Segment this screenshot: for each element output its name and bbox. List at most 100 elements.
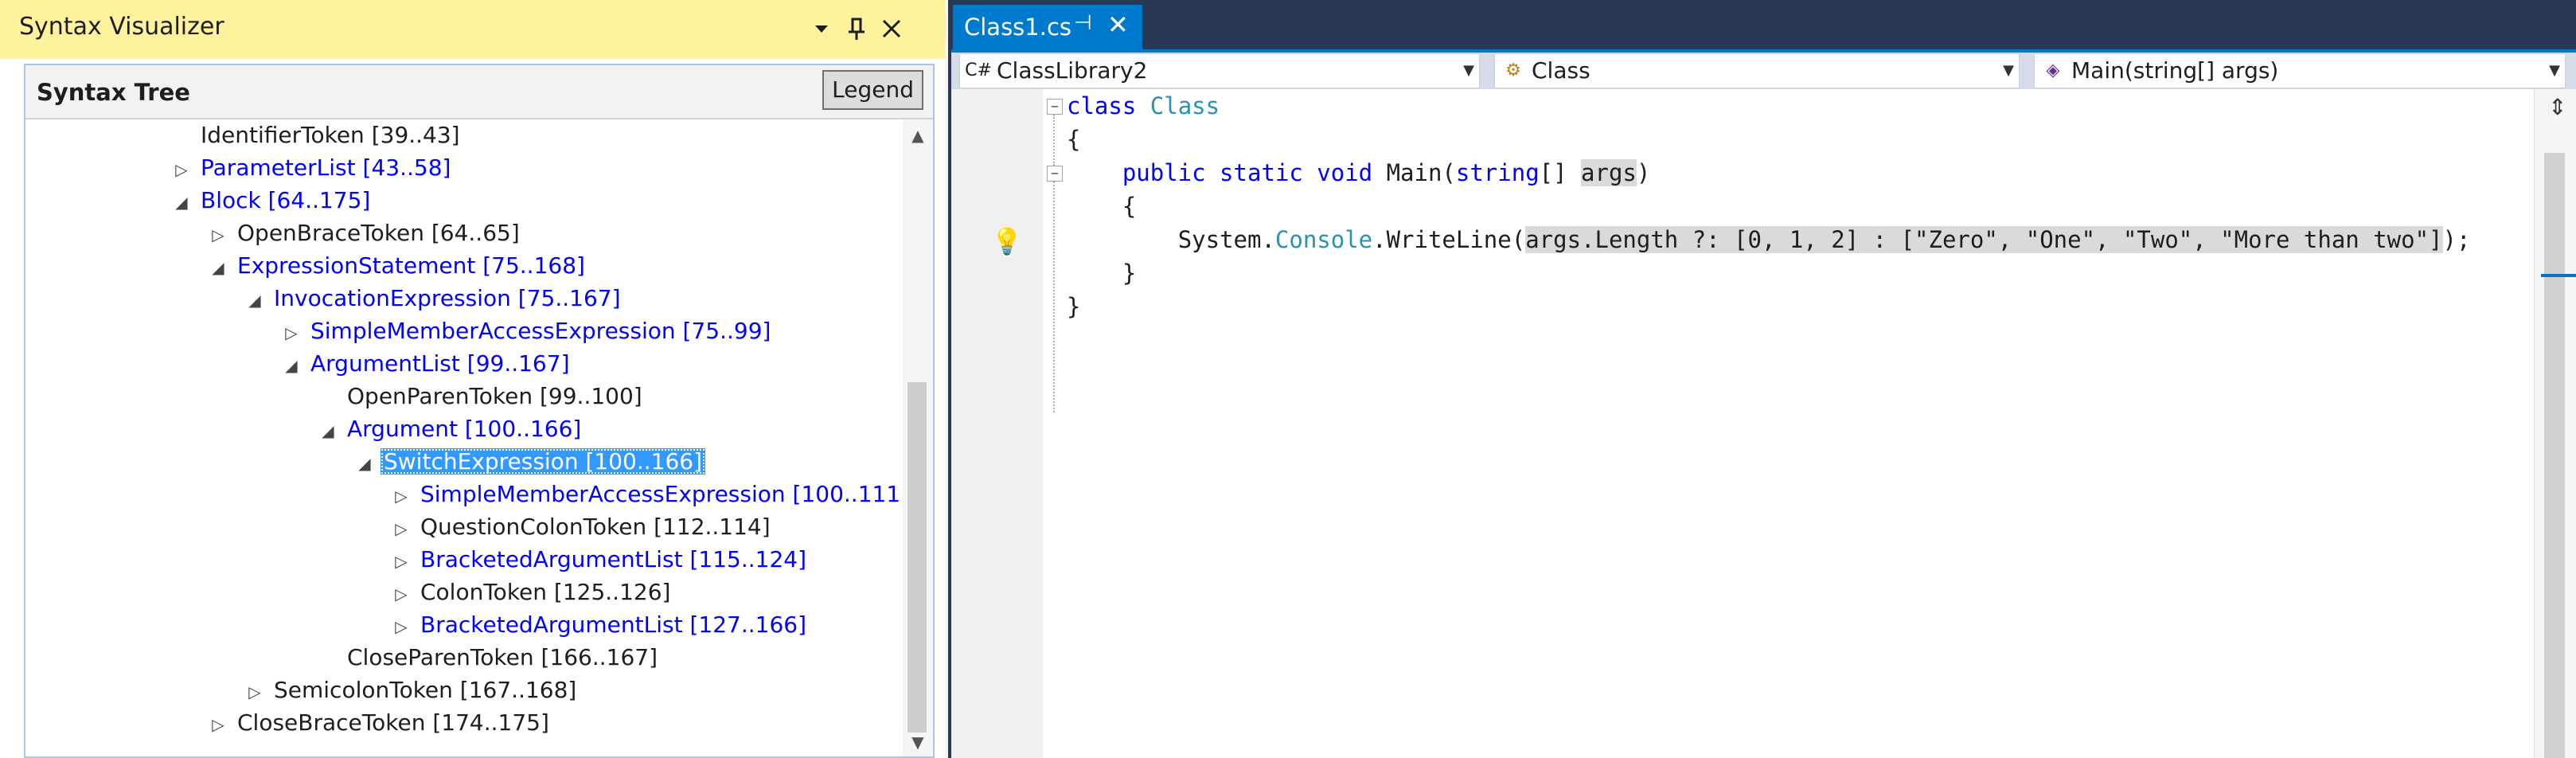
type-dropdown[interactable]: ⚙ Class ▼	[1494, 53, 2020, 88]
collapse-method-icon[interactable]: −	[1047, 166, 1063, 182]
tree-node[interactable]: ▷ SimpleMemberAccessExpression [75..99]	[275, 315, 774, 347]
expanded-arrow-icon[interactable]: ◢	[239, 284, 271, 316]
collapsed-arrow-icon[interactable]: ▷	[202, 219, 234, 251]
tool-window-title-bar: Syntax Visualizer	[0, 0, 945, 59]
tab-label: Class1.cs	[964, 14, 1072, 41]
tree-node-label: Block [64..175]	[201, 187, 371, 213]
collapsed-arrow-icon[interactable]: ▷	[385, 611, 417, 643]
tree-node[interactable]: ◢ Block [64..175]	[166, 185, 373, 217]
tree-node[interactable]: ◢ ExpressionStatement [75..168]	[202, 250, 588, 282]
editor-scrollbar[interactable]: ⇕	[2534, 89, 2576, 758]
syntax-tree: IdentifierToken [39..43] ▷ ParameterList […	[25, 119, 901, 756]
expanded-arrow-icon[interactable]: ◢	[202, 252, 234, 283]
tree-node-label: ParameterList [43..58]	[201, 154, 451, 181]
tab-pin-icon[interactable]: ⊣	[1074, 11, 1092, 35]
tree-node[interactable]: ◢ InvocationExpression [75..167]	[239, 283, 624, 315]
tree-node[interactable]: ◢ ArgumentList [99..167]	[275, 348, 573, 380]
tree-node-label: ArgumentList [99..167]	[310, 350, 570, 377]
collapsed-arrow-icon[interactable]: ▷	[385, 578, 417, 610]
tab-close-icon[interactable]: ✕	[1107, 10, 1129, 40]
collapsed-arrow-icon[interactable]: ▷	[385, 545, 417, 577]
tree-node[interactable]: ▷ OpenBraceToken [64..65]	[202, 217, 523, 249]
scroll-down-icon[interactable]: ▼	[903, 733, 933, 752]
syntax-visualizer-window: Syntax Visualizer Syntax Tree Legend Ide…	[0, 0, 948, 758]
tree-node-label: SimpleMemberAccessExpression [100..111]	[420, 481, 901, 507]
scrollbar-thumb[interactable]	[2544, 153, 2565, 758]
project-dropdown[interactable]: C# ClassLibrary2 ▼	[959, 53, 1480, 88]
tree-node-label: BracketedArgumentList [115..124]	[420, 546, 806, 572]
collapsed-arrow-icon[interactable]: ▷	[239, 676, 271, 708]
tree-node[interactable]: CloseParenToken [166..167]	[312, 642, 661, 674]
tree-node[interactable]: ◢ SwitchExpression [100..166]	[349, 446, 705, 478]
code-area[interactable]: 💡 − − class Class { public static void M…	[951, 89, 2576, 758]
code-editor: Class1.cs ⊣ ✕ C# ClassLibrary2 ▼ ⚙ Class…	[951, 0, 2576, 758]
tree-node-label: ExpressionStatement [75..168]	[237, 252, 585, 279]
tab-class1-cs[interactable]: Class1.cs ⊣ ✕	[953, 5, 1142, 49]
tree-node-label: BracketedArgumentList [127..166]	[420, 611, 806, 638]
expanded-arrow-icon[interactable]: ◢	[349, 447, 381, 479]
tree-node-label: SwitchExpression [100..166]	[381, 448, 705, 475]
caret-position-marker	[2541, 274, 2576, 277]
legend-button[interactable]: Legend	[822, 70, 923, 110]
class-icon: ⚙	[1505, 61, 1521, 80]
member-dropdown[interactable]: ◈ Main(string[] args) ▼	[2034, 53, 2566, 88]
tree-node-label: ColonToken [125..126]	[420, 579, 671, 605]
tree-node[interactable]: ▷ SimpleMemberAccessExpression [100..111]	[385, 479, 901, 510]
collapsed-arrow-icon[interactable]: ▷	[166, 154, 197, 186]
code-line-7: }	[1067, 293, 1081, 320]
outline-guide	[1053, 115, 1056, 166]
code-line-2: {	[1067, 126, 1081, 153]
collapsed-arrow-icon[interactable]: ▷	[385, 480, 417, 512]
tree-node-label: CloseBraceToken [174..175]	[237, 709, 549, 736]
collapsed-arrow-icon[interactable]: ▷	[385, 513, 417, 545]
scrollbar-thumb[interactable]	[907, 382, 927, 733]
tree-node-label: IdentifierToken [39..43]	[201, 122, 460, 148]
pin-icon[interactable]	[841, 11, 872, 46]
tree-node[interactable]: ▷ SemicolonToken [167..168]	[239, 674, 580, 706]
tree-node-label: CloseParenToken [166..167]	[347, 644, 658, 670]
tree-node-label: SimpleMemberAccessExpression [75..99]	[310, 318, 771, 344]
tree-node[interactable]: ▷ BracketedArgumentList [127..166]	[385, 609, 810, 641]
indicator-margin	[951, 89, 1043, 758]
split-window-icon[interactable]: ⇕	[2543, 94, 2573, 126]
tree-node-label: Argument [100..166]	[347, 416, 582, 442]
tree-node-label: OpenParenToken [99..100]	[347, 383, 642, 409]
navigation-bar: C# ClassLibrary2 ▼ ⚙ Class ▼ ◈ Main(stri…	[951, 53, 2576, 89]
tree-scrollbar[interactable]: ▲ ▼	[903, 119, 933, 756]
tree-node[interactable]: OpenParenToken [99..100]	[312, 381, 646, 412]
collapsed-arrow-icon[interactable]: ▷	[275, 317, 307, 349]
tree-node-label: OpenBraceToken [64..65]	[237, 220, 520, 246]
expanded-arrow-icon[interactable]: ◢	[275, 350, 307, 381]
close-icon[interactable]	[876, 11, 907, 46]
tree-node[interactable]: ▷ CloseBraceToken [174..175]	[202, 707, 552, 739]
tree-node[interactable]: ▷ QuestionColonToken [112..114]	[385, 511, 774, 543]
collapse-class-icon[interactable]: −	[1047, 99, 1063, 115]
tree-node[interactable]: IdentifierToken [39..43]	[166, 119, 463, 151]
expanded-arrow-icon[interactable]: ◢	[312, 415, 344, 447]
code-line-3: public static void Main(string[] args)	[1122, 159, 1651, 186]
lightbulb-icon[interactable]: 💡	[991, 226, 1023, 256]
code-line-5: System.Console.WriteLine(args.Length ?: …	[1177, 226, 2471, 253]
collapsed-arrow-icon[interactable]: ▷	[202, 709, 234, 740]
expanded-arrow-icon[interactable]: ◢	[166, 186, 197, 218]
tree-node[interactable]: ▷ ParameterList [43..58]	[166, 152, 454, 184]
method-icon: ◈	[2046, 61, 2060, 80]
member-value: Main(string[] args)	[2071, 57, 2279, 84]
project-value: ClassLibrary2	[997, 57, 1148, 84]
syntax-tree-panel: Syntax Tree Legend IdentifierToken [39..…	[24, 64, 935, 758]
code-line-4: {	[1122, 193, 1137, 220]
code-line-6: }	[1122, 260, 1137, 287]
tree-node-label: InvocationExpression [75..167]	[274, 285, 621, 311]
tree-node[interactable]: ▷ ColonToken [125..126]	[385, 576, 673, 608]
syntax-tree-header: Syntax Tree Legend	[25, 65, 933, 119]
outline-guide	[1053, 182, 1056, 412]
tree-node[interactable]: ▷ BracketedArgumentList [115..124]	[385, 544, 810, 576]
csharp-project-icon: C#	[965, 61, 992, 80]
code-line-1: class Class	[1067, 92, 1220, 119]
syntax-tree-title: Syntax Tree	[37, 79, 190, 106]
dropdown-icon[interactable]	[806, 11, 837, 46]
chevron-down-icon: ▼	[2549, 62, 2560, 79]
selected-switch-expression: args.Length ?: [0, 1, 2] : ["Zero", "One…	[1525, 226, 2443, 253]
tree-node[interactable]: ◢ Argument [100..166]	[312, 413, 584, 445]
scroll-up-icon[interactable]: ▲	[903, 126, 933, 145]
